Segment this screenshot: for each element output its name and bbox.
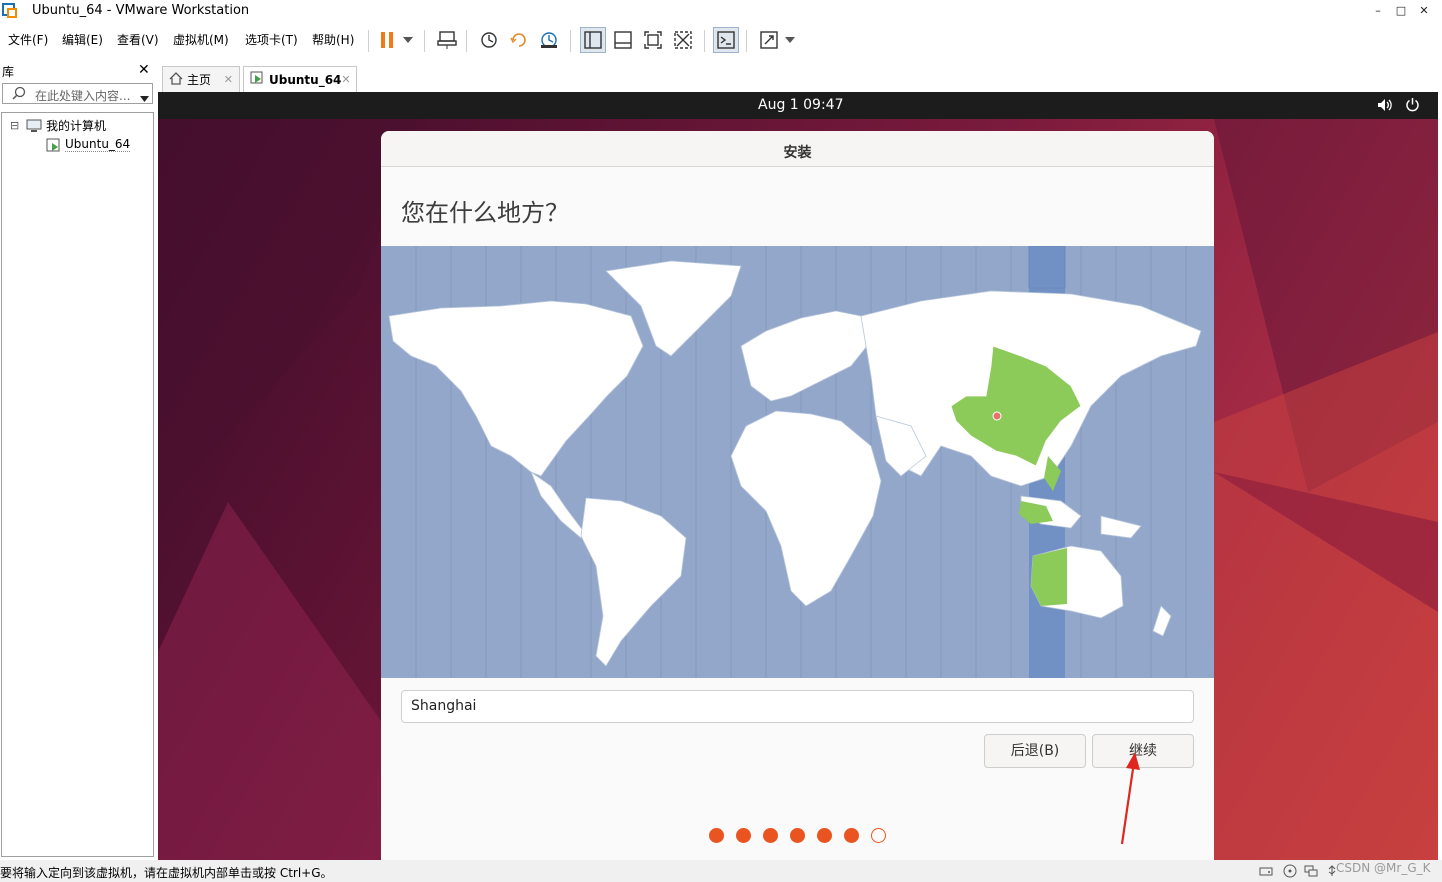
- toolbar-separator: [704, 30, 705, 52]
- toolbar-separator: [368, 30, 369, 52]
- computer-icon: [26, 119, 42, 136]
- close-icon[interactable]: ✕: [224, 73, 233, 86]
- world-map: [388, 246, 1202, 678]
- toolbar-separator: [466, 30, 467, 52]
- maximize-button[interactable]: □: [1391, 2, 1411, 20]
- tab-home-label: 主页: [187, 73, 212, 87]
- snapshot-manager-icon[interactable]: [536, 27, 562, 53]
- progress-dot: [844, 828, 859, 843]
- stretch-guest-icon[interactable]: [756, 27, 782, 53]
- thumbnail-bar-icon[interactable]: [610, 27, 636, 53]
- menu-vm[interactable]: 虚拟机(M): [173, 31, 229, 48]
- revert-snapshot-icon[interactable]: [506, 27, 532, 53]
- snapshot-icon[interactable]: [476, 27, 502, 53]
- tab-ubuntu-label: Ubuntu_64: [269, 72, 342, 87]
- toolbar-separator: [424, 30, 425, 52]
- library-header: [0, 61, 155, 81]
- network-icon[interactable]: [1304, 865, 1318, 880]
- progress-dot: [790, 828, 805, 843]
- full-screen-icon[interactable]: [640, 27, 666, 53]
- close-button[interactable]: ✕: [1414, 2, 1434, 20]
- power-icon[interactable]: [1405, 97, 1420, 115]
- tree-item-ubuntu[interactable]: Ubuntu_64: [65, 137, 131, 152]
- progress-dot: [871, 828, 886, 843]
- tree-item-my-computer[interactable]: 我的计算机: [46, 117, 106, 134]
- show-library-icon[interactable]: [580, 27, 606, 53]
- menu-help[interactable]: 帮助(H): [312, 31, 354, 48]
- arrow-annotation-icon: [1120, 752, 1140, 845]
- dialog-title: 安装: [783, 145, 812, 161]
- vmware-logo-icon: [2, 3, 18, 19]
- progress-dot: [763, 828, 778, 843]
- speaker-icon[interactable]: [1377, 98, 1393, 115]
- minimize-button[interactable]: –: [1368, 2, 1388, 20]
- chevron-down-icon[interactable]: [140, 91, 149, 105]
- vm-icon: [46, 138, 62, 157]
- timezone-map[interactable]: [381, 246, 1214, 678]
- status-text: 要将输入定向到该虚拟机，请在虚拟机内部单击或按 Ctrl+G。: [0, 866, 333, 880]
- tab-ubuntu[interactable]: Ubuntu_64 ✕: [243, 66, 357, 92]
- back-button[interactable]: 后退(B): [984, 734, 1086, 768]
- installer-dialog: 安装 您在什么地方？ Shanghai 后退(B) 继续: [381, 131, 1214, 860]
- library-tree: ⊟ 我的计算机 Ubuntu_64: [1, 112, 154, 857]
- progress-dot: [709, 828, 724, 843]
- close-icon[interactable]: ✕: [341, 73, 350, 86]
- timezone-input[interactable]: Shanghai: [401, 690, 1194, 723]
- toolbar-separator: [746, 30, 747, 52]
- library-search-input[interactable]: 在此处键入内容...: [2, 83, 153, 104]
- search-placeholder: 在此处键入内容...: [35, 89, 131, 103]
- progress-dot: [817, 828, 832, 843]
- menu-file[interactable]: 文件(F): [8, 31, 48, 48]
- library-close-button[interactable]: ✕: [138, 62, 150, 78]
- send-ctrl-alt-del-icon[interactable]: [434, 27, 460, 53]
- hard-disk-icon[interactable]: [1259, 865, 1273, 880]
- cd-drive-icon[interactable]: [1283, 864, 1297, 881]
- toolbar-separator: [570, 30, 571, 52]
- library-title: 库: [2, 65, 15, 79]
- vm-icon: [250, 71, 264, 88]
- window-title: Ubuntu_64 - VMware Workstation: [32, 3, 250, 18]
- menu-edit[interactable]: 编辑(E): [62, 31, 103, 48]
- menu-tabs[interactable]: 选项卡(T): [245, 31, 298, 48]
- console-view-icon[interactable]: [713, 27, 739, 53]
- progress-dot: [736, 828, 751, 843]
- pause-icon[interactable]: [374, 27, 400, 53]
- chevron-down-icon[interactable]: [780, 27, 800, 53]
- home-icon: [169, 71, 183, 88]
- tab-home[interactable]: 主页 ✕: [162, 66, 240, 92]
- watermark: CSDN @Mr_G_K: [1336, 861, 1431, 875]
- page-title: 您在什么地方？: [401, 199, 569, 227]
- clock[interactable]: Aug 1 09:47: [758, 97, 844, 113]
- menu-view[interactable]: 查看(V): [117, 31, 159, 48]
- vm-display[interactable]: Aug 1 09:47 安装 您在什么地方？ Shanghai 后退(B) 继续: [158, 92, 1438, 860]
- unity-mode-icon[interactable]: [670, 27, 696, 53]
- tree-expander[interactable]: ⊟: [10, 119, 19, 132]
- chevron-down-icon[interactable]: [398, 27, 418, 53]
- search-icon: [12, 86, 26, 103]
